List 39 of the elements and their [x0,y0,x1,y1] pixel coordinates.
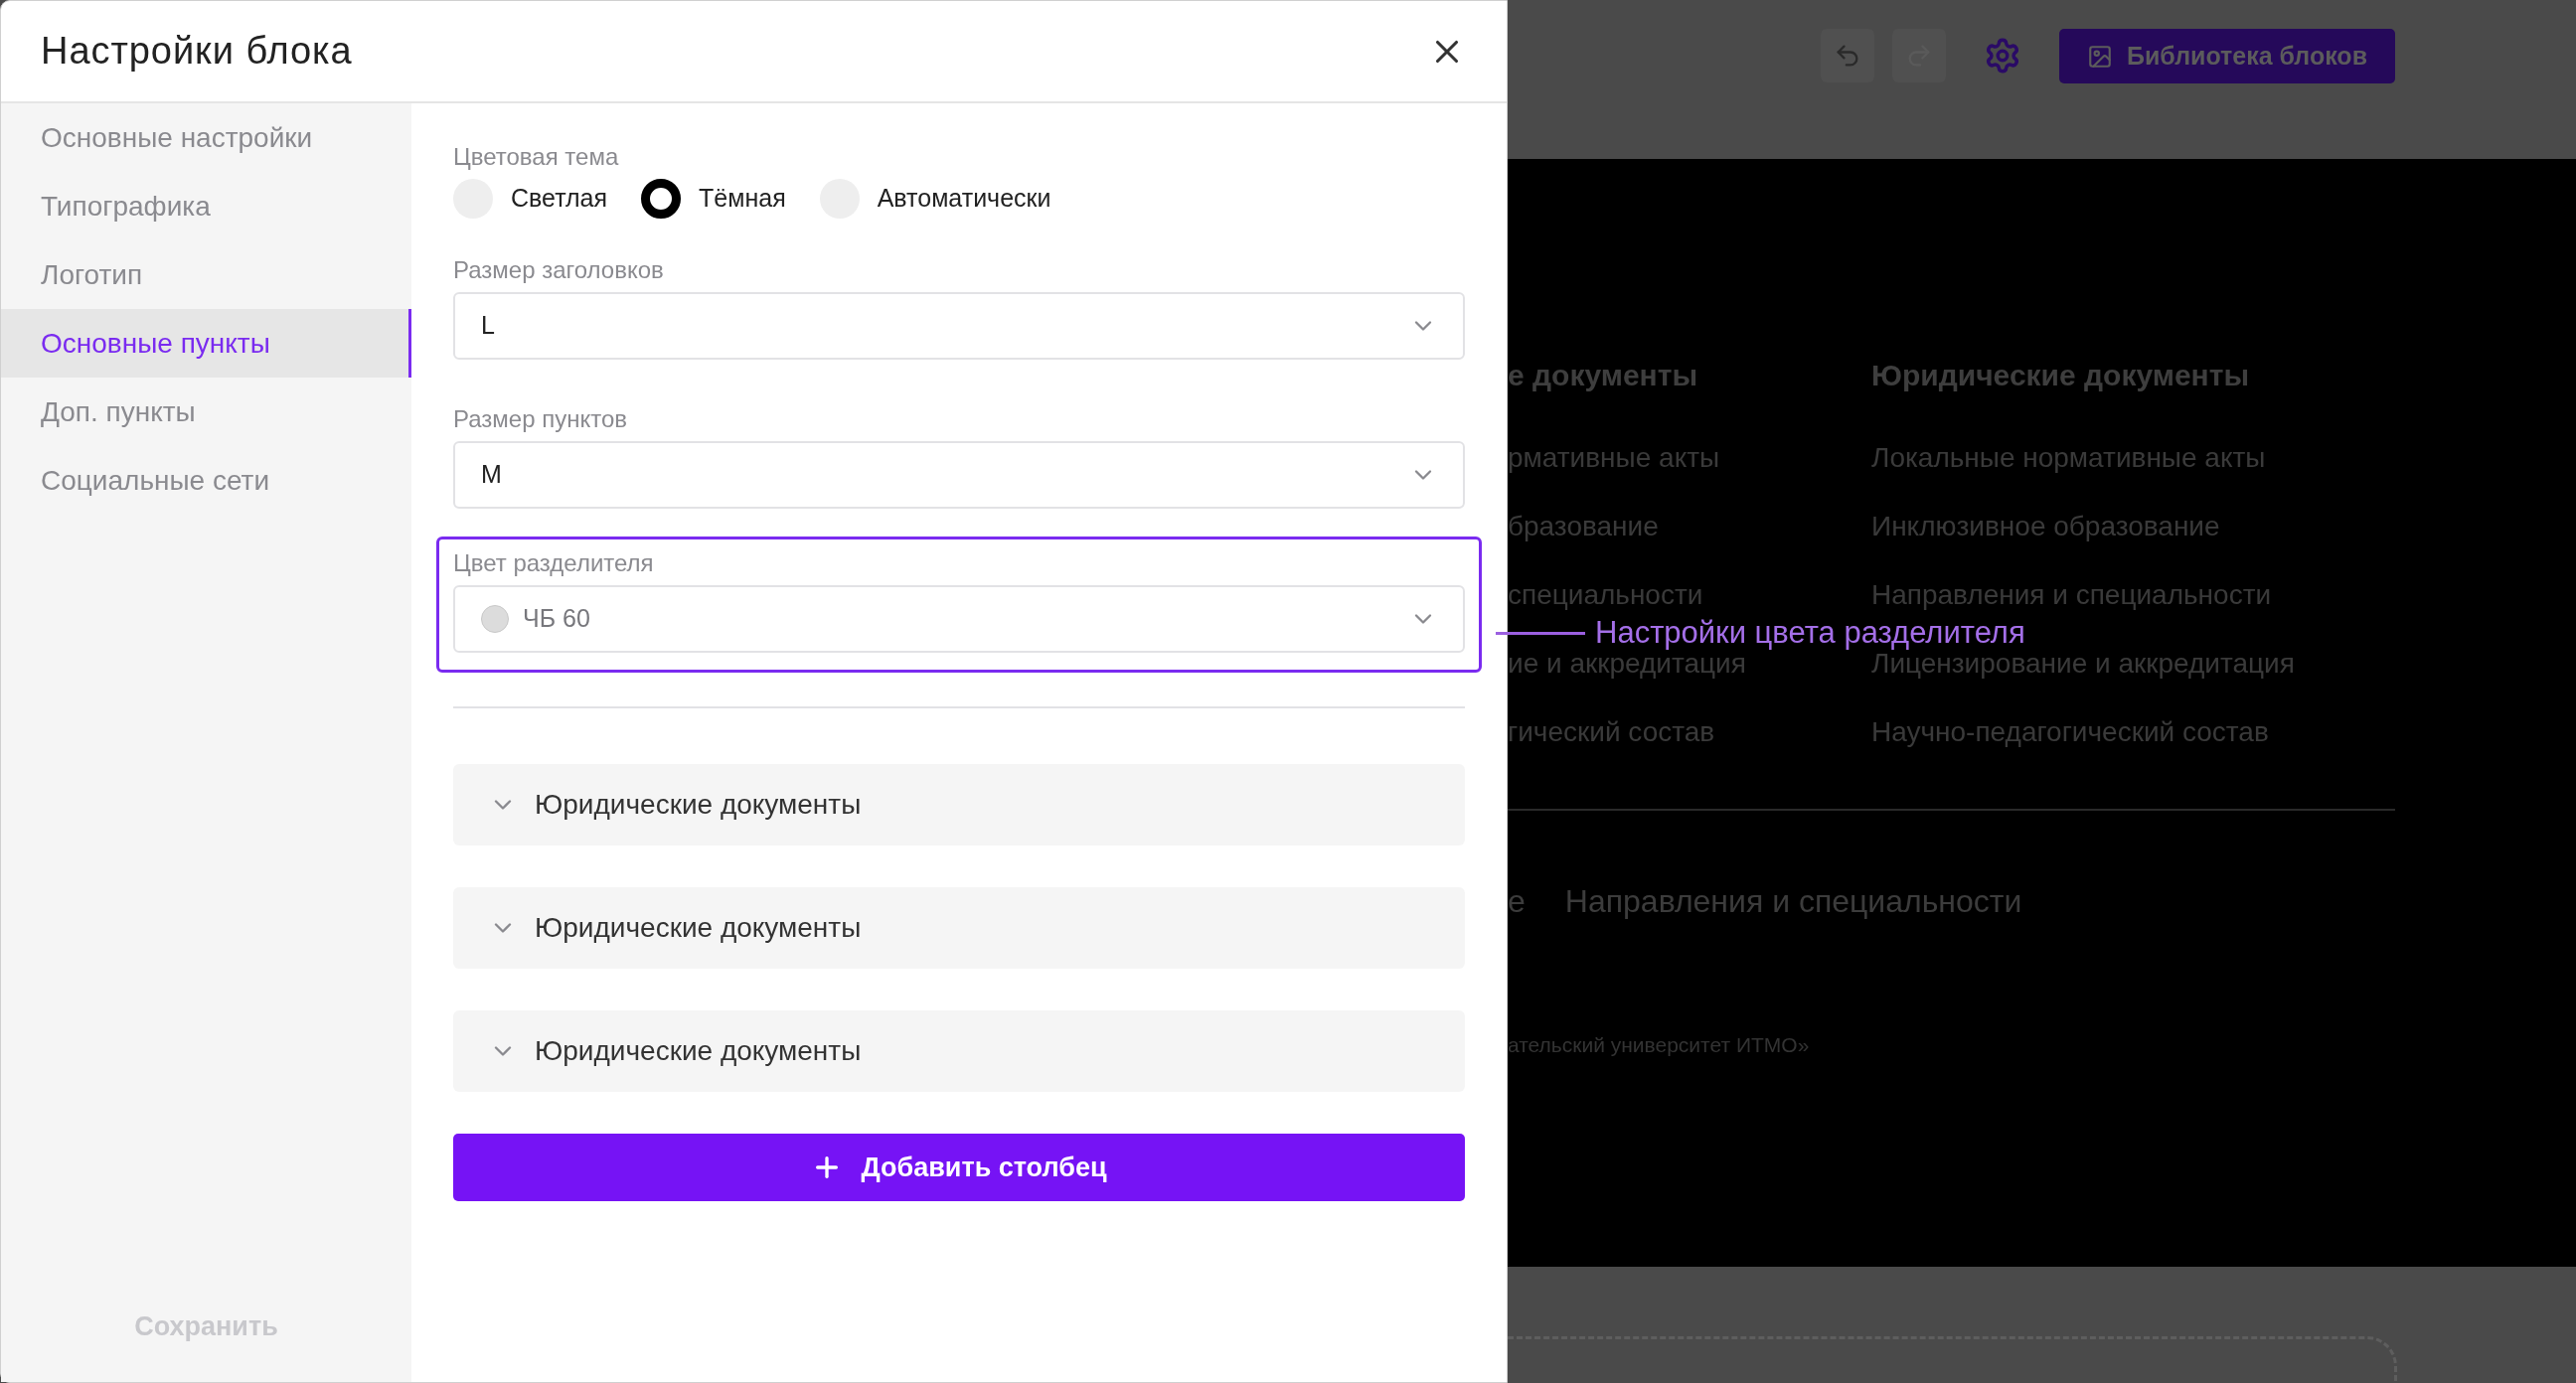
sidebar-item[interactable]: Доп. пункты [1,378,411,446]
footer-link[interactable]: Научно-педагогический состав [1871,715,2457,749]
sidebar-item[interactable]: Типографика [1,172,411,240]
select-field[interactable]: M [453,441,1465,509]
annotation-label: Настройки цвета разделителя [1595,617,2025,649]
radio-option[interactable]: Светлая [453,179,608,219]
footer-link[interactable]: е [1508,882,1526,920]
image-icon [2086,43,2113,70]
sidebar-item[interactable]: Логотип [1,240,411,309]
footer-link[interactable]: специальности [1508,578,1871,612]
footer-link[interactable]: Локальные нормативные акты [1871,441,2457,475]
sidebar-item[interactable]: Основные пункты [1,309,411,378]
color-swatch-icon [481,605,509,633]
footer-link[interactable]: Направления и специальности [1871,578,2457,612]
sidebar-item[interactable]: Социальные сети [1,446,411,515]
field-label: Размер заголовков [453,256,665,284]
footer-link[interactable]: гический состав [1508,715,1871,749]
add-column-button[interactable]: Добавить столбец [453,1134,1465,1201]
footer-link[interactable]: Направления и специальности [1564,882,2022,920]
sidebar-item[interactable]: Основные настройки [1,103,411,172]
field-label: Размер пунктов [453,405,628,433]
field-label: Цвет разделителя [453,549,655,577]
select-field[interactable]: L [453,292,1465,360]
select-field[interactable]: ЧБ 60 [453,585,1465,653]
footer-link[interactable]: Инклюзивное образование [1871,510,2457,543]
column-heading: Юридические документы [1871,358,2251,393]
footer-link[interactable]: рмативные акты [1508,441,1871,475]
radio-option[interactable]: Тёмная [641,179,786,219]
block-library-button[interactable]: Библиотека блоков [2058,29,2395,83]
accordion-header[interactable]: Юридические документы [453,1010,1465,1092]
undo-button[interactable] [1820,29,1874,82]
radio-button[interactable] [641,179,682,219]
radio-option[interactable]: Автоматически [819,179,1051,219]
column-heading: е документы [1508,358,1698,393]
accordion-header[interactable]: Юридические документы [453,764,1465,845]
footer-link[interactable]: бразование [1508,510,1871,543]
accordion-header[interactable]: Юридические документы [453,887,1465,969]
field-label: Цветовая тема [453,143,620,171]
dialog-title: Настройки блока [41,29,353,74]
